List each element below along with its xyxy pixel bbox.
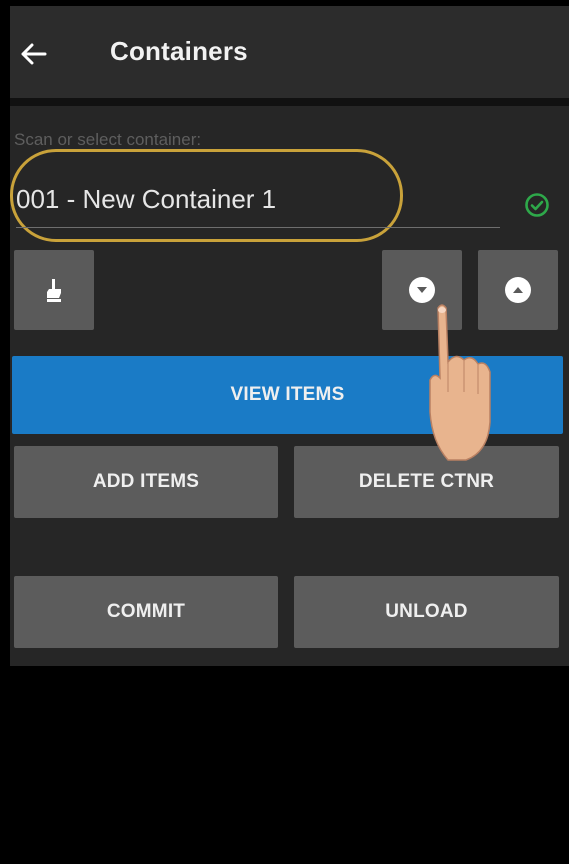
chevron-up-circle-icon [505, 277, 531, 303]
chevron-down-circle-icon [409, 277, 435, 303]
add-items-button[interactable]: ADD ITEMS [14, 446, 278, 518]
move-up-button[interactable] [478, 250, 558, 330]
page-title: Containers [110, 36, 248, 66]
app-bar-divider [10, 98, 569, 106]
container-field-label: Scan or select container: [14, 130, 202, 149]
container-select-input[interactable]: 001 - New Container 1 [16, 184, 276, 215]
hand-pointer-button[interactable] [14, 250, 94, 330]
move-down-button[interactable] [382, 250, 462, 330]
app-bar: Containers [10, 6, 569, 98]
unload-button[interactable]: UNLOAD [294, 576, 559, 648]
container-field-underline [16, 227, 500, 228]
back-button[interactable] [12, 32, 56, 76]
hand-pointer-icon [47, 279, 61, 302]
arrow-left-icon [21, 43, 47, 65]
delete-container-button[interactable]: DELETE CTNR [294, 446, 559, 518]
commit-button[interactable]: COMMIT [14, 576, 278, 648]
app-screen: Containers Scan or select container: 001… [10, 6, 569, 864]
container-panel: Scan or select container: 001 - New Cont… [10, 106, 569, 666]
check-circle-icon [525, 193, 549, 217]
view-items-button[interactable]: VIEW ITEMS [12, 356, 563, 434]
